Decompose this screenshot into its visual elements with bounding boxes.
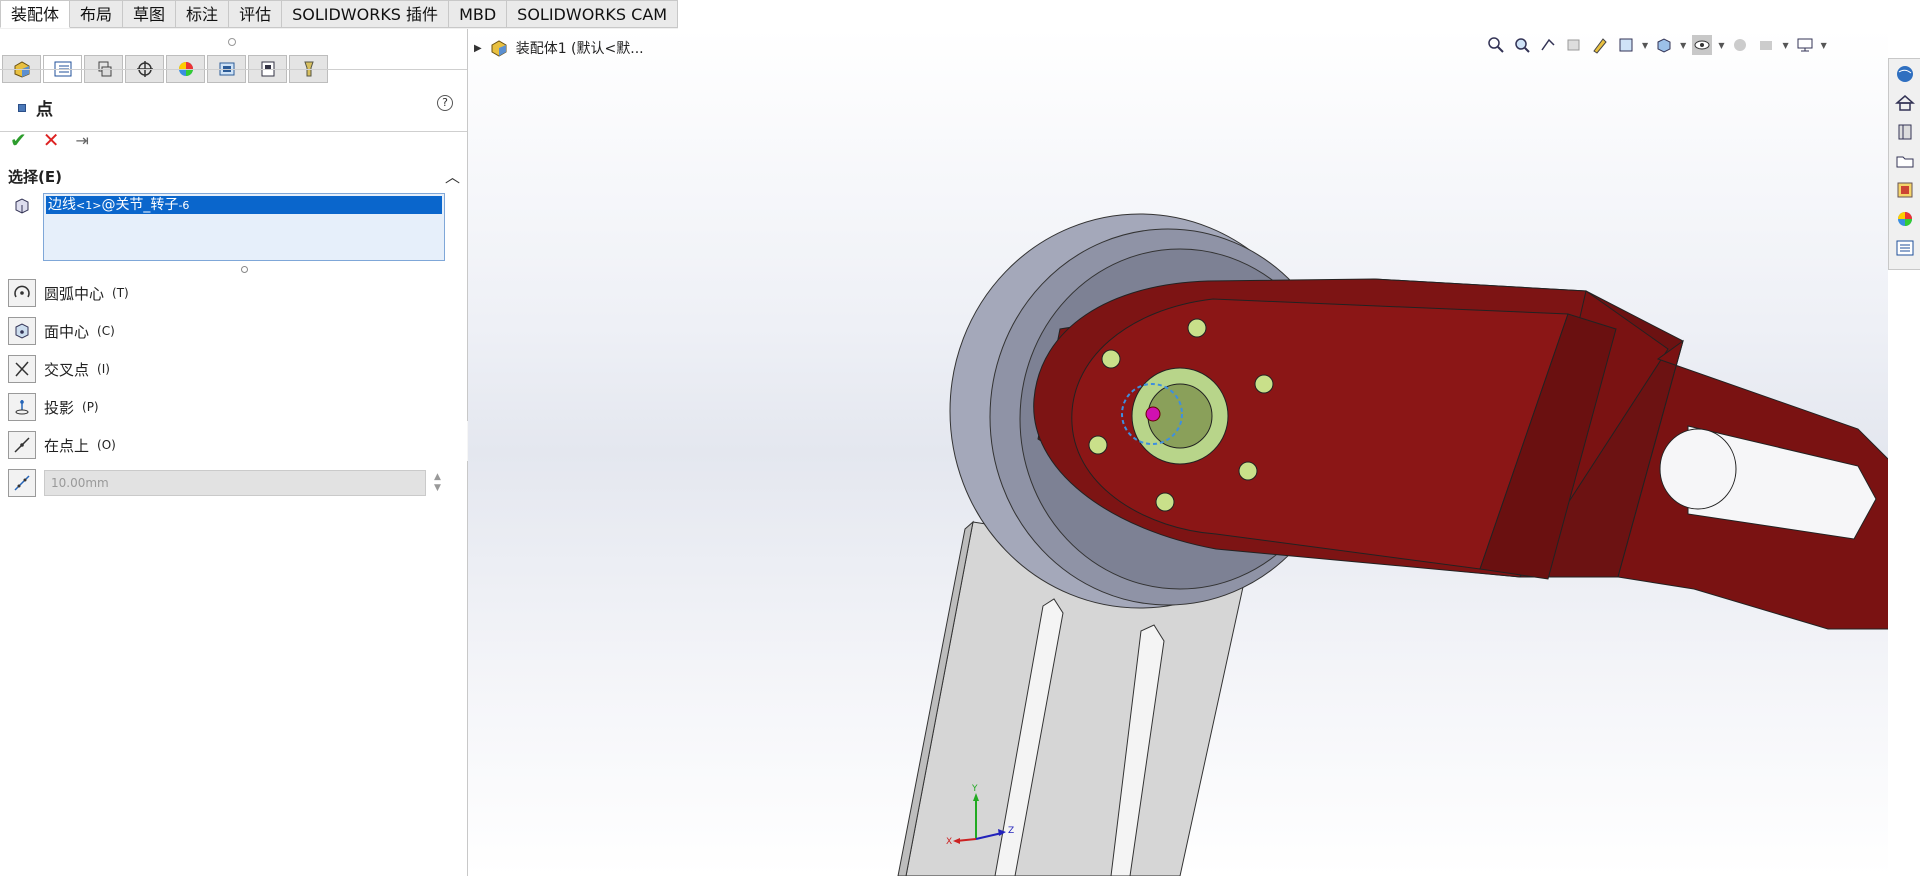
design-library-tab[interactable] xyxy=(1889,117,1920,146)
intersection-icon xyxy=(8,355,36,383)
selection-list[interactable]: 边线<1>@关节_转子-6 xyxy=(43,193,445,261)
selection-list-resize-handle[interactable] xyxy=(241,266,248,273)
help-icon[interactable]: ? xyxy=(437,95,453,111)
selected-edge-instance: -6 xyxy=(178,199,190,212)
custom-properties-icon xyxy=(1896,240,1914,255)
tab-sketch[interactable]: 草图 xyxy=(123,0,177,28)
chevron-up-icon[interactable]: ︿ xyxy=(445,166,460,187)
option-label: 圆弧中心 xyxy=(44,284,105,303)
solidworks-resources-tab[interactable] xyxy=(1889,59,1920,88)
point-icon xyxy=(18,103,26,112)
appearances-icon xyxy=(1898,211,1912,226)
selection-group-label: 选择(E) xyxy=(8,168,62,186)
selection-box-icon xyxy=(12,196,32,220)
model-view xyxy=(897,213,1888,876)
option-face-center[interactable]: 面中心 (C) xyxy=(8,315,115,347)
option-intersection[interactable]: 交叉点 (I) xyxy=(8,353,110,385)
distance-row: 10.00mm ▲ ▼ xyxy=(8,469,441,497)
task-pane-tabs xyxy=(1888,58,1920,270)
globe-icon xyxy=(1897,65,1913,82)
chevron-down-icon[interactable]: ▼ xyxy=(1821,41,1827,50)
graphics-area[interactable]: ▶ 装配体1 (默认<默... ▼ ▼ ▼ ▼ ▼ Y Z X xyxy=(468,29,1888,876)
panel-grip[interactable] xyxy=(228,38,236,46)
option-projection[interactable]: 投影 (P) xyxy=(8,391,99,423)
option-on-point[interactable]: 在点上 (O) xyxy=(8,429,116,461)
arc-center-icon xyxy=(8,279,36,307)
file-explorer-tab[interactable] xyxy=(1889,146,1920,175)
folder-icon xyxy=(1896,156,1914,167)
section-view-icon[interactable] xyxy=(1564,35,1584,55)
face-center-icon xyxy=(8,317,36,345)
property-manager-header: 点 xyxy=(18,95,53,120)
dynamic-annotation-icon[interactable] xyxy=(1590,35,1610,55)
home-icon xyxy=(1895,94,1915,111)
distance-icon xyxy=(8,469,36,497)
custom-properties-tab[interactable] xyxy=(1889,233,1920,262)
tab-cam[interactable]: SOLIDWORKS CAM xyxy=(507,0,679,28)
home-tab[interactable] xyxy=(1889,88,1920,117)
pin-icon[interactable]: ⇥ xyxy=(76,131,89,150)
option-label: 交叉点 xyxy=(44,360,90,379)
option-label: 投影 xyxy=(44,398,75,417)
option-shortcut: (I) xyxy=(97,362,110,376)
selected-edge-component: @关节_转子 xyxy=(101,197,179,213)
view-palette-icon xyxy=(1897,182,1913,197)
triad-y-label: Y xyxy=(971,784,978,794)
chevron-down-icon[interactable]: ▼ xyxy=(1718,41,1724,50)
distance-spinner[interactable]: ▲ ▼ xyxy=(434,472,441,494)
selection-group-header[interactable]: 选择(E) ︿ xyxy=(8,166,460,187)
divider xyxy=(0,131,467,132)
spin-down-icon[interactable]: ▼ xyxy=(434,483,441,494)
tab-layout[interactable]: 布局 xyxy=(70,0,124,28)
tab-assembly[interactable]: 装配体 xyxy=(0,0,71,28)
on-point-icon xyxy=(8,431,36,459)
option-shortcut: (O) xyxy=(97,438,116,452)
divider xyxy=(0,69,467,70)
hide-show-items-icon[interactable] xyxy=(1692,35,1713,55)
appearances-tab[interactable] xyxy=(1889,204,1920,233)
spin-up-icon[interactable]: ▲ xyxy=(434,472,441,483)
chevron-down-icon[interactable]: ▼ xyxy=(1642,41,1648,50)
tab-addins[interactable]: SOLIDWORKS 插件 xyxy=(282,0,450,28)
chevron-down-icon[interactable]: ▼ xyxy=(1782,41,1788,50)
library-icon xyxy=(1898,124,1912,139)
zoom-to-fit-icon[interactable] xyxy=(1486,35,1506,55)
heads-up-view-toolbar: ▼ ▼ ▼ ▼ ▼ xyxy=(1486,35,1827,55)
view-settings-icon[interactable] xyxy=(1795,35,1815,55)
view-orientation-icon[interactable] xyxy=(1616,35,1636,55)
edit-appearance-icon[interactable] xyxy=(1730,35,1750,55)
option-shortcut: (P) xyxy=(82,400,99,414)
selected-edge-name: 边线 xyxy=(48,197,76,213)
previous-view-icon[interactable] xyxy=(1538,35,1558,55)
selected-edge-index: <1> xyxy=(76,199,102,212)
tab-evaluate[interactable]: 评估 xyxy=(229,0,283,28)
apply-scene-icon[interactable] xyxy=(1756,35,1776,55)
view-palette-tab[interactable] xyxy=(1889,175,1920,204)
option-label: 在点上 xyxy=(44,436,90,455)
tab-mbd[interactable]: MBD xyxy=(449,0,508,28)
display-style-icon[interactable] xyxy=(1654,35,1674,55)
option-shortcut: (T) xyxy=(112,286,129,300)
triad-z-label: Z xyxy=(1008,826,1014,836)
projection-icon xyxy=(8,393,36,421)
option-shortcut: (C) xyxy=(97,324,115,338)
page-title: 点 xyxy=(36,100,53,120)
triad-x-label: X xyxy=(946,837,952,847)
option-label: 面中心 xyxy=(44,322,90,341)
property-manager-panel: 点 ? ✔ ✕ ⇥ 选择(E) ︿ 边线<1>@关节_转子-6 圆弧中心 (T) … xyxy=(0,29,468,876)
distance-input[interactable]: 10.00mm xyxy=(44,470,426,496)
zoom-to-area-icon[interactable] xyxy=(1512,35,1532,55)
chevron-down-icon[interactable]: ▼ xyxy=(1680,41,1686,50)
reference-triad: Y Z X xyxy=(946,781,1026,855)
tab-markup[interactable]: 标注 xyxy=(176,0,230,28)
selected-edge-item[interactable]: 边线<1>@关节_转子-6 xyxy=(46,196,442,214)
option-arc-center[interactable]: 圆弧中心 (T) xyxy=(8,277,129,309)
command-manager-tabs: 装配体 布局 草图 标注 评估 SOLIDWORKS 插件 MBD SOLIDW… xyxy=(0,0,679,29)
